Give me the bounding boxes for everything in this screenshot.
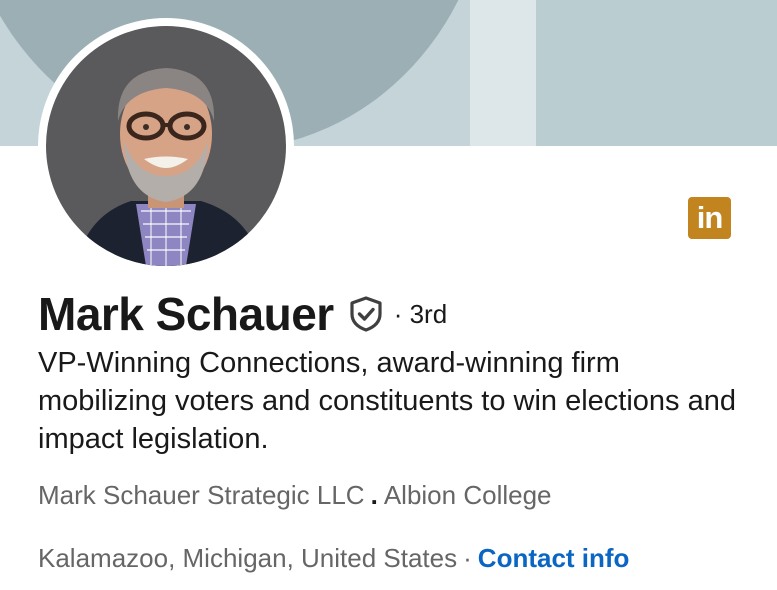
current-company[interactable]: Mark Schauer Strategic LLC: [38, 480, 365, 510]
profile-card: in Mark Schauer · 3rd VP-Winning Connect…: [0, 0, 777, 590]
profile-avatar[interactable]: [38, 18, 294, 274]
profile-location: Kalamazoo, Michigan, United States: [38, 543, 458, 573]
contact-info-link[interactable]: Contact info: [478, 543, 630, 573]
name-row: Mark Schauer · 3rd: [38, 286, 447, 342]
banner-shape-mid: [536, 0, 777, 146]
location-separator: ·: [463, 543, 472, 573]
avatar-photo: [46, 26, 286, 266]
verified-shield-icon[interactable]: [348, 295, 384, 333]
profile-headline: VP-Winning Connections, award-winning fi…: [38, 347, 736, 455]
location-row: Kalamazoo, Michigan, United States · Conta…: [38, 543, 629, 574]
school-name[interactable]: Albion College: [384, 480, 552, 510]
connection-degree: · 3rd: [393, 298, 448, 329]
company-row: Mark Schauer Strategic LLC. Albion Colleg…: [38, 480, 552, 511]
banner-shape-light: [470, 0, 536, 146]
company-separator: .: [370, 480, 378, 510]
linkedin-logo-icon: in: [688, 197, 731, 239]
profile-name: Mark Schauer: [38, 288, 334, 340]
